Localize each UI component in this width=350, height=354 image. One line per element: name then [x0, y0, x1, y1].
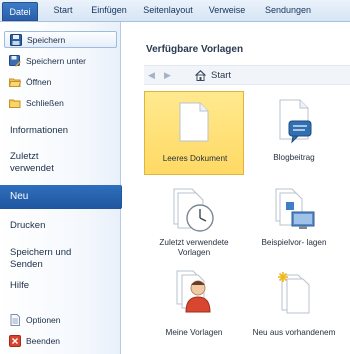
sample-templates-icon: [275, 188, 315, 229]
nav-beenden-label: Beenden: [26, 335, 61, 346]
nav-drucken[interactable]: Drucken: [4, 218, 117, 234]
nav-informationen[interactable]: Informationen: [4, 123, 117, 139]
nav-schliessen-label: Schließen: [26, 97, 64, 108]
nav-schliessen[interactable]: Schließen: [4, 94, 117, 111]
tab-datei[interactable]: Datei: [2, 2, 38, 21]
my-templates-icon: [176, 270, 211, 313]
template-meine-vorlagen[interactable]: Meine Vorlagen: [144, 266, 244, 350]
template-label: Neu aus vorhandenem: [252, 328, 336, 337]
nav-speichern-und-senden[interactable]: Speichern und Senden: [4, 245, 94, 273]
templates-panel: Verfügbare Vorlagen ◀ ▶ Start Leeres Dok…: [122, 22, 350, 354]
nav-optionen-label: Optionen: [26, 314, 61, 325]
template-blogbeitrag[interactable]: Blogbeitrag: [244, 91, 344, 175]
forward-arrow-icon[interactable]: ▶: [164, 70, 174, 80]
nav-informationen-label: Informationen: [10, 125, 69, 136]
nav-speichern-unter[interactable]: Speichern unter: [4, 52, 117, 69]
template-label: Zuletzt verwendete Vorlagen: [159, 238, 229, 257]
home-icon[interactable]: [195, 69, 206, 81]
backstage-nav: Speichern Speichern unter Öffnen Schließ…: [0, 22, 121, 354]
template-label: Beispielvor- lagen: [261, 238, 327, 247]
template-label: Blogbeitrag: [273, 153, 315, 162]
options-document-icon: [9, 313, 21, 326]
breadcrumb: ◀ ▶ Start: [144, 65, 350, 85]
nav-hilfe[interactable]: Hilfe: [4, 278, 117, 294]
open-folder-icon: [9, 76, 21, 88]
template-neu-aus-vorhandenem[interactable]: Neu aus vorhandenem: [244, 266, 344, 350]
nav-oeffnen-label: Öffnen: [26, 76, 52, 87]
tab-start[interactable]: Start: [42, 0, 84, 21]
nav-speichern-label: Speichern: [27, 34, 66, 45]
nav-beenden[interactable]: Beenden: [4, 332, 117, 349]
close-folder-icon: [9, 97, 21, 109]
template-label: Leeres Dokument: [162, 154, 228, 163]
tab-sendungen[interactable]: Sendungen: [258, 0, 318, 21]
tab-seitenlayout[interactable]: Seitenlayout: [138, 0, 198, 21]
nav-speichern-senden-label: Speichern und Senden: [10, 247, 72, 270]
blank-document-icon: [179, 102, 209, 142]
nav-zuletzt-label: Zuletzt verwendet: [10, 151, 54, 174]
nav-speichern-unter-label: Speichern unter: [26, 55, 87, 66]
nav-speichern[interactable]: Speichern: [4, 31, 117, 48]
page-title: Verfügbare Vorlagen: [146, 44, 244, 55]
nav-oeffnen[interactable]: Öffnen: [4, 73, 117, 90]
save-icon: [10, 33, 22, 46]
breadcrumb-start[interactable]: Start: [211, 70, 231, 81]
ribbon-tab-bar: Datei Start Einfügen Seitenlayout Verwei…: [0, 0, 350, 22]
nav-optionen[interactable]: Optionen: [4, 311, 117, 328]
nav-drucken-label: Drucken: [10, 220, 46, 231]
tab-verweise[interactable]: Verweise: [203, 0, 251, 21]
template-zuletzt-verwendete-vorlagen[interactable]: Zuletzt verwendete Vorlagen: [144, 174, 244, 258]
template-leeres-dokument[interactable]: Leeres Dokument: [144, 91, 244, 175]
template-beispielvorlagen[interactable]: Beispielvor- lagen: [244, 174, 344, 258]
exit-icon: [9, 334, 21, 347]
back-arrow-icon[interactable]: ◀: [148, 70, 158, 80]
nav-hilfe-label: Hilfe: [10, 280, 30, 291]
nav-neu-label: Neu: [10, 191, 29, 202]
tab-einfuegen[interactable]: Einfügen: [86, 0, 132, 21]
new-from-existing-icon: [278, 272, 310, 314]
nav-neu[interactable]: Neu: [0, 185, 121, 209]
nav-zuletzt-verwendet[interactable]: Zuletzt verwendet: [4, 149, 74, 177]
recent-templates-icon: [173, 188, 214, 232]
blog-post-icon: [279, 99, 312, 144]
save-as-icon: [9, 54, 21, 67]
template-label: Meine Vorlagen: [165, 328, 223, 337]
